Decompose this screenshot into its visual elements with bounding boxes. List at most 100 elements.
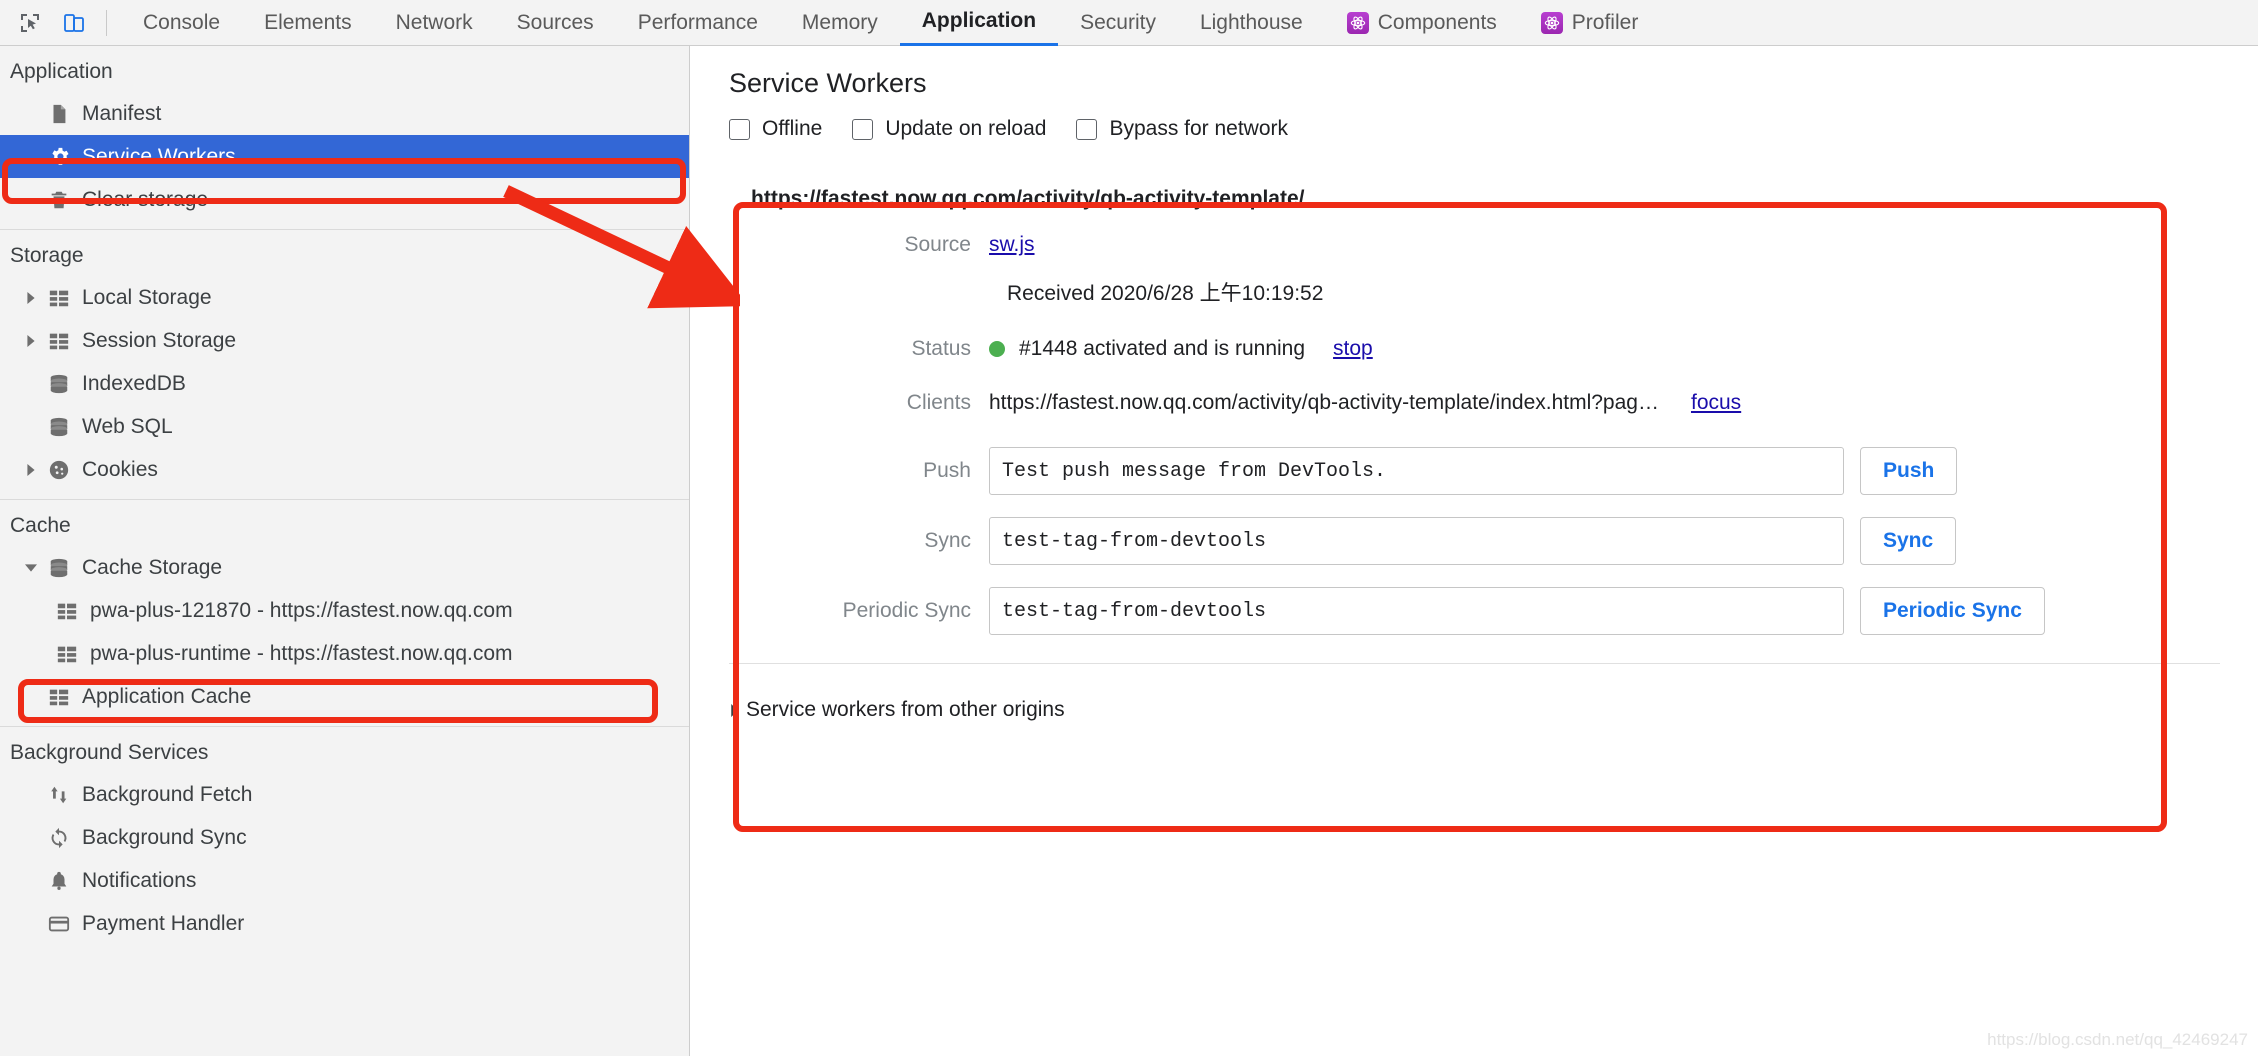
tab-elements[interactable]: Elements [242, 0, 374, 46]
clients-label: Clients [906, 391, 971, 414]
status-indicator-icon [989, 341, 1005, 357]
tab-sources[interactable]: Sources [495, 0, 616, 46]
tab-console[interactable]: Console [121, 0, 242, 46]
tab-label: Memory [801, 10, 878, 34]
tab-network[interactable]: Network [374, 0, 495, 46]
sidebar-group-title-application: Application [10, 60, 113, 83]
other-origins-label: Service workers from other origins [746, 698, 1065, 721]
sidebar-item-application-cache[interactable]: Application Cache [0, 675, 689, 718]
sidebar-item-web-sql[interactable]: Web SQL [0, 405, 689, 448]
sidebar-item-cookies[interactable]: Cookies [0, 448, 689, 491]
sidebar-item-label: Background Sync [82, 825, 247, 849]
sidebar-item-clear-storage[interactable]: Clear storage [0, 178, 689, 221]
chevron-right-icon[interactable] [729, 703, 740, 717]
devtools-window: Console Elements Network Sources Perform… [0, 0, 2258, 1056]
tab-label: Application [921, 9, 1037, 32]
push-button[interactable]: Push [1860, 447, 1958, 495]
device-toolbar-icon[interactable] [52, 1, 96, 45]
clients-value: https://fastest.now.qq.com/activity/qb-a… [989, 391, 1741, 415]
sidebar-group-title-background-services: Background Services [10, 741, 209, 764]
source-link[interactable]: sw.js [989, 233, 1035, 257]
checkbox-box[interactable] [1076, 118, 1098, 140]
checkbox-bypass-for-network[interactable]: Bypass for network [1076, 117, 1288, 141]
chevron-right-icon[interactable] [22, 463, 40, 476]
sidebar-item-payment-handler[interactable]: Payment Handler [0, 902, 689, 945]
tab-profiler[interactable]: Profiler [1519, 0, 1661, 46]
status-label: Status [911, 337, 971, 360]
table-icon [44, 686, 74, 708]
sidebar-item-label: Manifest [82, 101, 162, 125]
sidebar-item-label: Background Fetch [82, 782, 253, 806]
sidebar-item-local-storage[interactable]: Local Storage [0, 276, 689, 319]
sidebar-item-label: Cookies [82, 457, 158, 481]
tab-application[interactable]: Application [899, 0, 1059, 46]
tab-label: Lighthouse [1199, 10, 1303, 34]
tab-label: Profiler [1571, 10, 1639, 34]
watermark: https://blog.csdn.net/qq_42469247 [1987, 1030, 2248, 1049]
sidebar-item-label: Local Storage [82, 285, 212, 309]
checkbox-offline[interactable]: Offline [729, 117, 822, 141]
sidebar-item-cache-storage[interactable]: Cache Storage [0, 546, 689, 589]
sidebar-item-label: pwa-plus-121870 - https://fastest.now.qq… [90, 598, 513, 622]
source-row: Source sw.js [729, 233, 2220, 257]
sidebar-item-indexeddb[interactable]: IndexedDB [0, 362, 689, 405]
periodic-sync-input[interactable] [989, 587, 1844, 635]
toolbar-divider [106, 9, 107, 36]
tab-lighthouse[interactable]: Lighthouse [1178, 0, 1325, 46]
sidebar-group-title-cache: Cache [10, 514, 71, 537]
service-worker-options: Offline Update on reload Bypass for netw… [691, 99, 2258, 141]
sidebar-item-label: Clear storage [82, 187, 209, 211]
stop-link[interactable]: stop [1333, 337, 1373, 361]
received-text: Received 2020/6/28 上午10:19:52 [1007, 282, 1324, 305]
push-label: Push [923, 459, 971, 482]
service-workers-panel: Service Workers Offline Update on reload… [691, 46, 2258, 1056]
database-icon [44, 416, 74, 438]
focus-link[interactable]: focus [1691, 391, 1741, 415]
status-value: #1448 activated and is running stop [989, 337, 1373, 361]
bell-icon [44, 870, 74, 892]
table-icon [52, 643, 82, 665]
sidebar-item-label: Web SQL [82, 414, 173, 438]
tab-label: Sources [516, 10, 594, 34]
sidebar-item-label: pwa-plus-runtime - https://fastest.now.q… [90, 641, 513, 665]
sidebar-item-background-sync[interactable]: Background Sync [0, 816, 689, 859]
cookie-icon [44, 459, 74, 481]
devtools-toolbar: Console Elements Network Sources Perform… [0, 0, 2258, 46]
inspect-element-icon[interactable] [8, 1, 52, 45]
push-input[interactable] [989, 447, 1844, 495]
periodic-sync-button[interactable]: Periodic Sync [1860, 587, 2045, 635]
tab-label: Performance [637, 10, 758, 34]
tab-performance[interactable]: Performance [616, 0, 780, 46]
sidebar-item-manifest[interactable]: Manifest [0, 92, 689, 135]
service-worker-card: https://fastest.now.qq.com/activity/qb-a… [729, 161, 2220, 664]
gear-icon [44, 145, 74, 168]
sync-button[interactable]: Sync [1860, 517, 1957, 565]
chevron-right-icon[interactable] [22, 291, 40, 304]
checkbox-label: Offline [762, 117, 823, 140]
trash-icon [44, 189, 74, 211]
table-icon [44, 330, 74, 352]
sidebar-item-session-storage[interactable]: Session Storage [0, 319, 689, 362]
sidebar-item-cache-pwa-plus-121870[interactable]: pwa-plus-121870 - https://fastest.now.qq… [0, 589, 689, 632]
document-icon [44, 103, 74, 125]
push-row: Push Push [729, 447, 2220, 495]
sync-input[interactable] [989, 517, 1844, 565]
tab-components[interactable]: Components [1325, 0, 1519, 46]
tab-label: Console [143, 10, 221, 34]
sidebar-item-service-workers[interactable]: Service Workers [0, 135, 689, 178]
checkbox-box[interactable] [729, 118, 750, 140]
checkbox-box[interactable] [852, 118, 874, 140]
tab-memory[interactable]: Memory [780, 0, 900, 46]
sidebar-item-cache-pwa-plus-runtime[interactable]: pwa-plus-runtime - https://fastest.now.q… [0, 632, 689, 675]
other-origins-toggle[interactable]: Service workers from other origins [691, 664, 2258, 722]
table-icon [52, 600, 82, 622]
service-worker-scope-url: https://fastest.now.qq.com/activity/qb-a… [751, 187, 1305, 210]
checkbox-update-on-reload[interactable]: Update on reload [852, 117, 1046, 141]
tab-security[interactable]: Security [1058, 0, 1178, 46]
clients-row: Clients https://fastest.now.qq.com/activ… [729, 391, 2220, 415]
sidebar-item-notifications[interactable]: Notifications [0, 859, 689, 902]
sidebar-item-background-fetch[interactable]: Background Fetch [0, 773, 689, 816]
chevron-down-icon[interactable] [22, 562, 40, 574]
sidebar-item-label: Service Workers [82, 144, 236, 168]
chevron-right-icon[interactable] [22, 334, 40, 347]
